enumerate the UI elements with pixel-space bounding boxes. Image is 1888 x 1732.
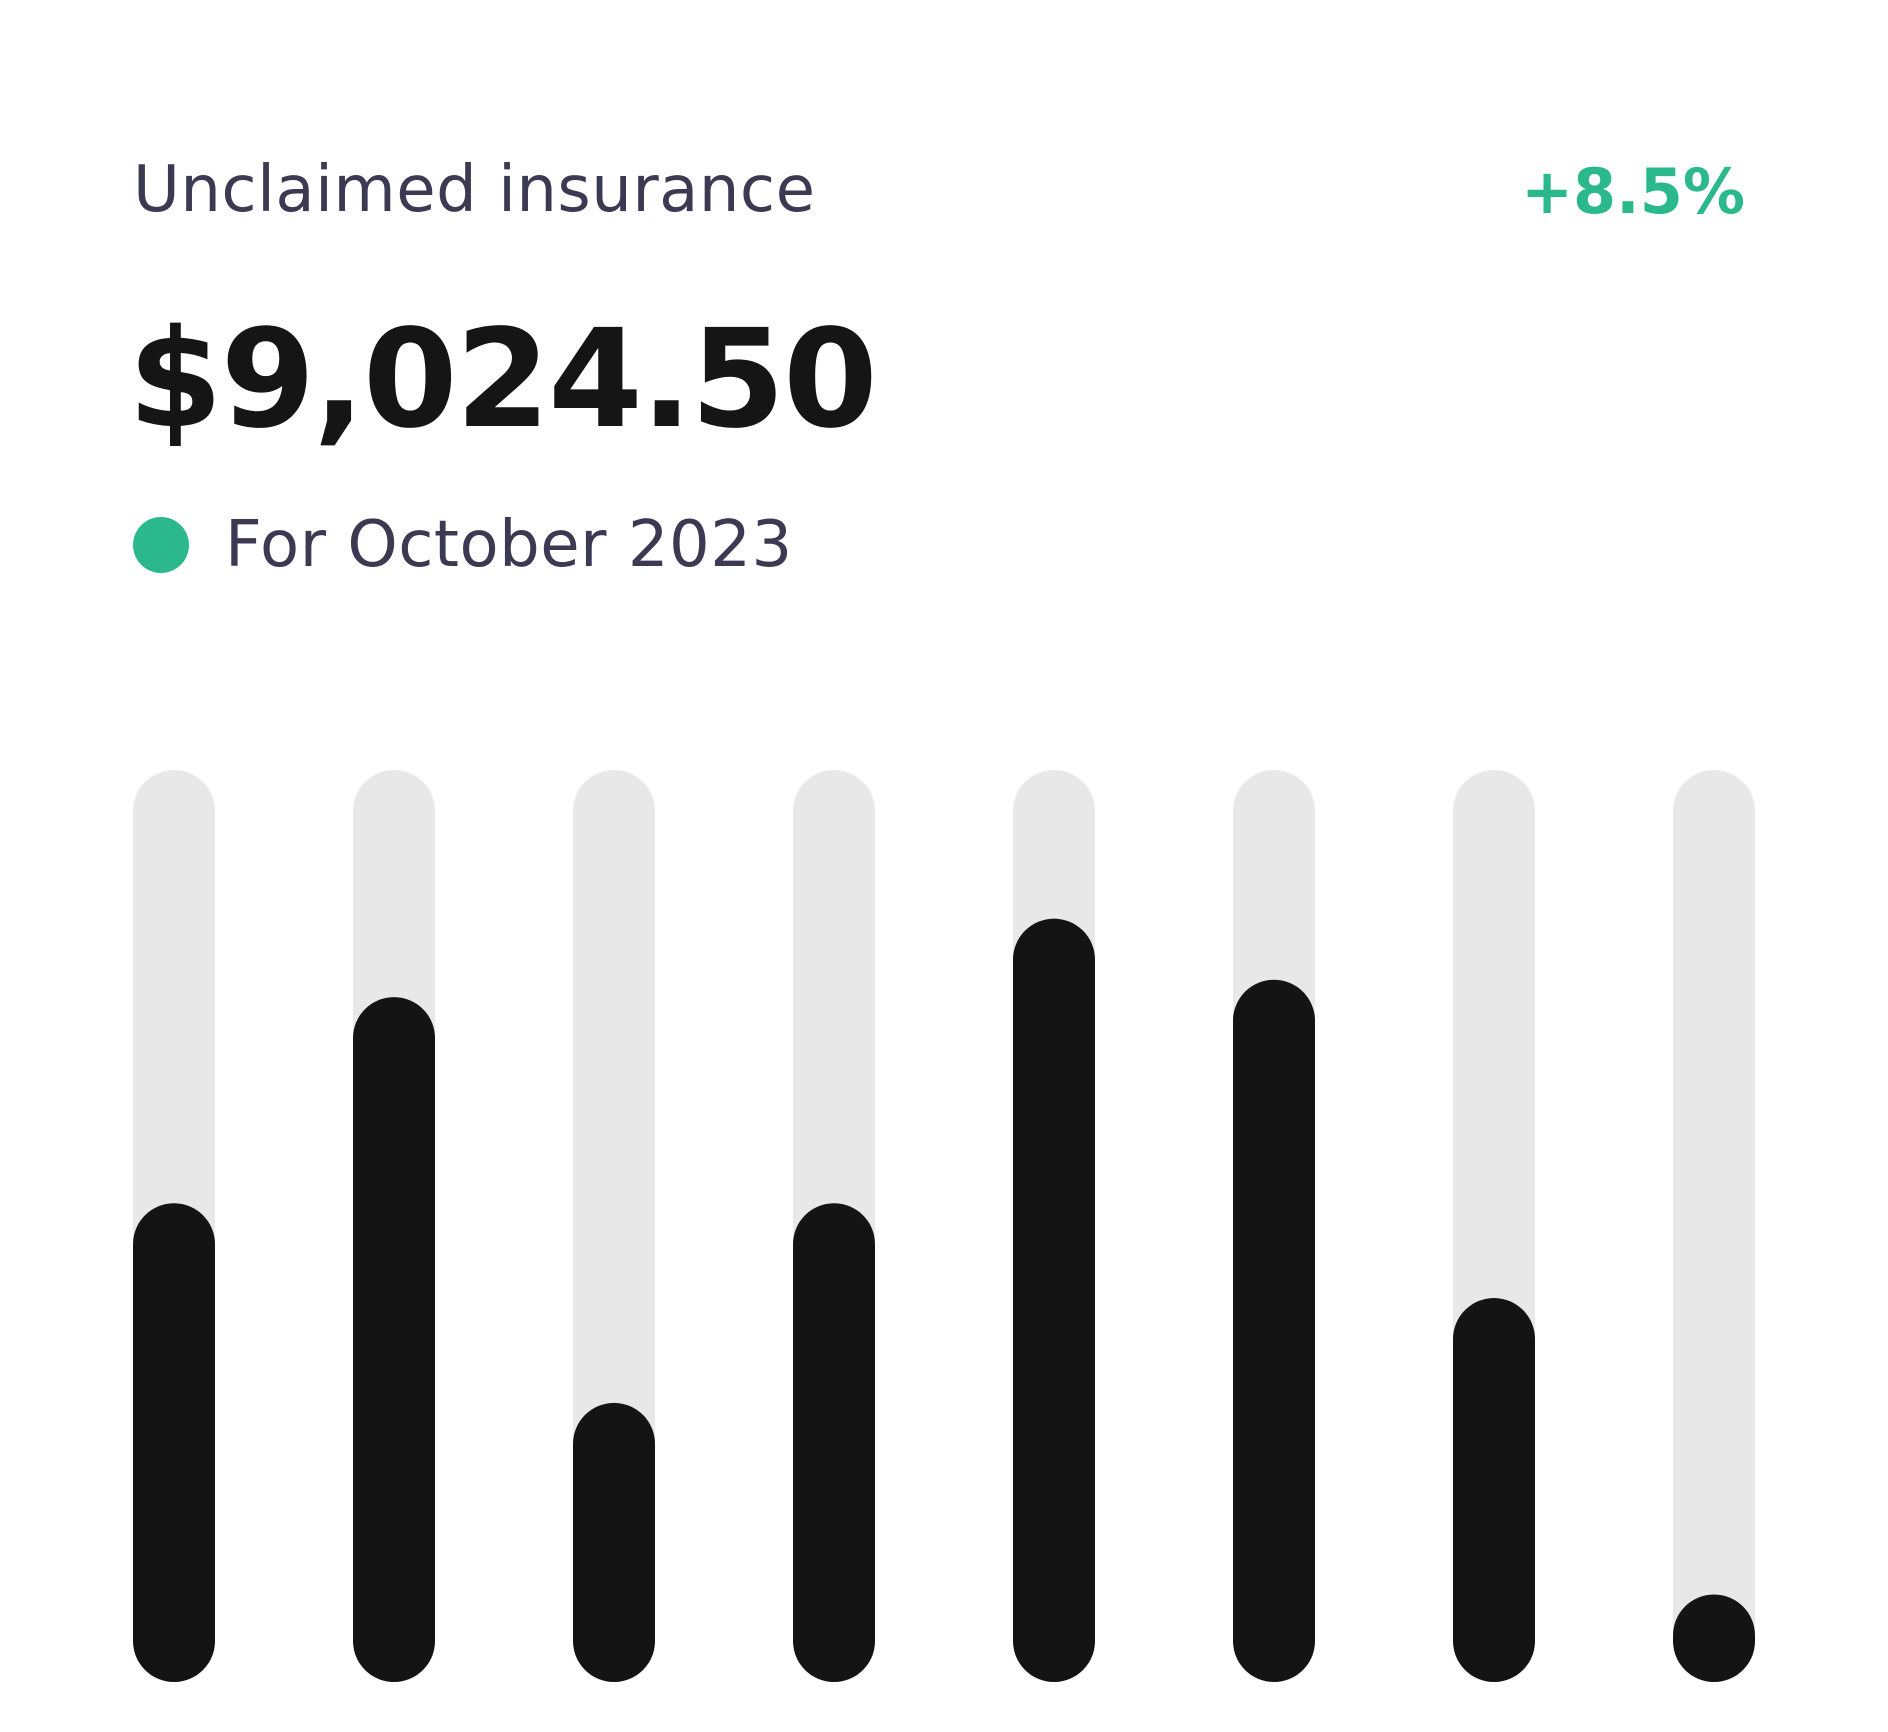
bar-5 (1013, 918, 1095, 1682)
bar-4 (793, 1203, 875, 1682)
bar-2 (353, 997, 435, 1682)
bar-7 (1453, 1298, 1535, 1682)
bar-track-8 (1673, 770, 1755, 1682)
bar-3 (573, 1402, 655, 1682)
insurance-card: Unclaimed insurance +8.5% $9,024.50 For … (0, 0, 1888, 1732)
bar-8 (1673, 1594, 1755, 1682)
bar-6 (1233, 979, 1315, 1682)
bar-1 (133, 1203, 215, 1682)
bar-chart (133, 770, 1755, 1682)
